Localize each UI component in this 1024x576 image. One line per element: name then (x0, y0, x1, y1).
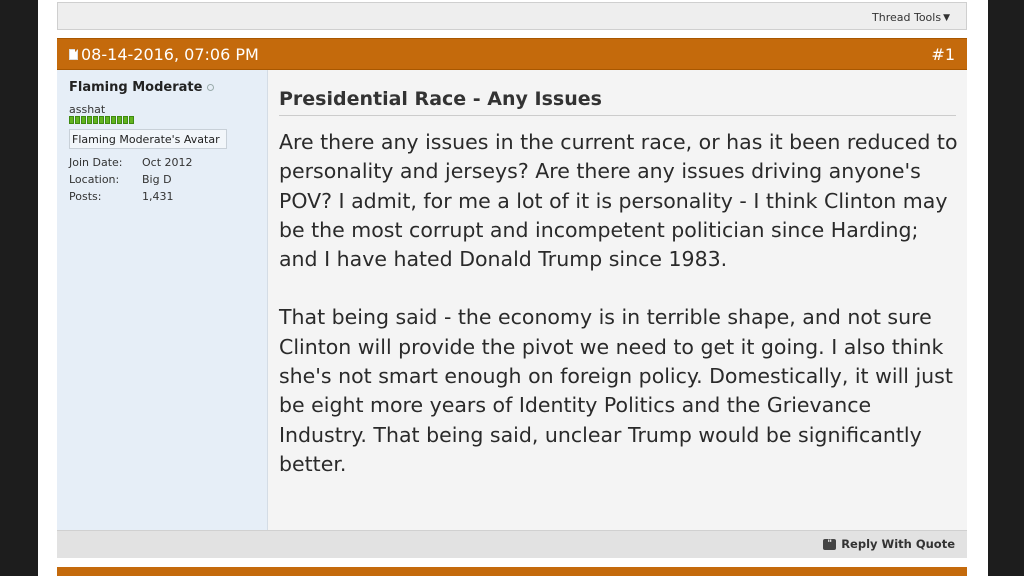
user-stat-value: 1,431 (142, 190, 174, 203)
post-paragraph: Are there any issues in the current race… (279, 130, 958, 272)
post-number-link[interactable]: #1 (931, 45, 955, 64)
user-stats: Join Date: Oct 2012 Location: Big D Posts: 1,… (69, 156, 193, 207)
reputation-pip (93, 116, 98, 124)
reputation-pip (129, 116, 134, 124)
reputation-pip (123, 116, 128, 124)
user-stat-row: Posts: 1,431 (69, 190, 193, 207)
post-footer: " Reply With Quote (57, 530, 967, 558)
post-date: 08-14-2016, 07:06 PM (69, 45, 259, 64)
post-content: Presidential Race - Any Issues Are there… (268, 70, 967, 530)
reputation-pip (75, 116, 80, 124)
thread-tools-menu[interactable]: Thread Tools ▼ (872, 11, 950, 24)
user-stat-value: Big D (142, 173, 172, 186)
status-dot-icon (207, 84, 215, 91)
reputation-pip (99, 116, 104, 124)
reputation-pip (69, 116, 74, 124)
avatar[interactable]: Flaming Moderate's Avatar (69, 129, 227, 149)
next-post-header (57, 567, 967, 576)
user-stat-value: Oct 2012 (142, 156, 193, 169)
page: Thread Tools ▼ 08-14-2016, 07:06 PM #1 F… (38, 0, 988, 576)
thread-toolbar: Thread Tools ▼ (57, 2, 967, 30)
thread-tools-label: Thread Tools (872, 11, 942, 24)
reputation-pip (105, 116, 110, 124)
user-info-panel: Flaming Moderate asshat Flaming Moderate… (57, 70, 268, 530)
reputation-bar (69, 116, 134, 124)
reputation-pip (111, 116, 116, 124)
reputation-pip (81, 116, 86, 124)
user-stat-key: Posts: (69, 190, 102, 203)
username-text: Flaming Moderate (69, 80, 203, 95)
user-stat-key: Location: (69, 173, 120, 186)
post-document-icon (69, 49, 78, 60)
caret-down-icon: ▼ (943, 12, 950, 23)
post-paragraph: That being said - the economy is in terr… (279, 305, 953, 476)
reputation-pip (87, 116, 92, 124)
post-date-text: 08-14-2016, 07:06 PM (81, 45, 259, 64)
post-body: Are there any issues in the current race… (279, 128, 959, 508)
quote-icon: " (823, 538, 837, 550)
user-stat-row: Location: Big D (69, 173, 193, 190)
reply-with-quote-label: Reply With Quote (841, 537, 955, 551)
user-stat-row: Join Date: Oct 2012 (69, 156, 193, 173)
user-title: asshat (69, 103, 106, 116)
post-header: 08-14-2016, 07:06 PM #1 (57, 38, 967, 70)
post-title: Presidential Race - Any Issues (279, 88, 956, 116)
reputation-pip (117, 116, 122, 124)
username-link[interactable]: Flaming Moderate (69, 80, 215, 95)
user-stat-key: Join Date: (69, 156, 123, 169)
reply-with-quote-button[interactable]: " Reply With Quote (823, 537, 955, 551)
